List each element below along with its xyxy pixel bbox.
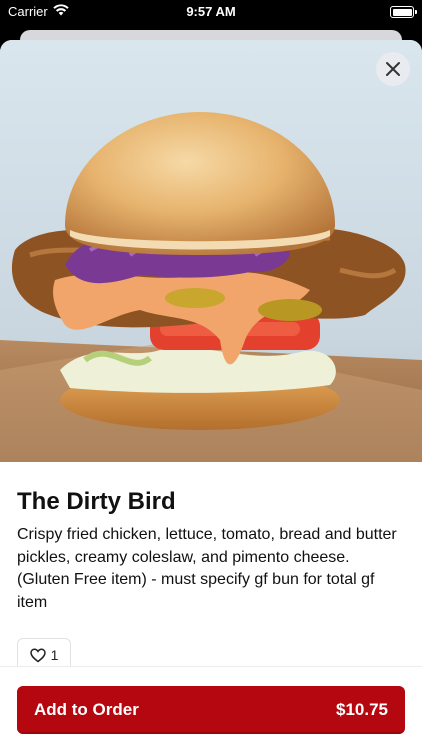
order-price: $10.75 bbox=[336, 700, 388, 719]
bottom-action-bar: Add to Order $10.75 bbox=[0, 666, 422, 750]
status-bar: Carrier 9:57 AM bbox=[0, 0, 422, 26]
close-icon bbox=[386, 62, 400, 76]
like-count: 1 bbox=[50, 647, 59, 663]
item-detail-modal: The Dirty Bird Crispy fried chicken, let… bbox=[0, 40, 422, 750]
item-photo bbox=[0, 40, 422, 462]
battery-tip bbox=[415, 10, 417, 14]
battery-icon bbox=[390, 6, 417, 18]
add-to-order-button[interactable]: Add to Order $10.75 bbox=[17, 686, 405, 734]
heart-icon bbox=[29, 648, 46, 662]
battery-fill bbox=[392, 8, 412, 16]
close-button[interactable] bbox=[376, 52, 410, 86]
status-time: 9:57 AM bbox=[186, 4, 236, 19]
item-title: The Dirty Bird bbox=[17, 488, 176, 515]
add-to-order-label: Add to Order bbox=[34, 700, 139, 719]
item-description: Crispy fried chicken, lettuce, tomato, b… bbox=[17, 526, 397, 611]
